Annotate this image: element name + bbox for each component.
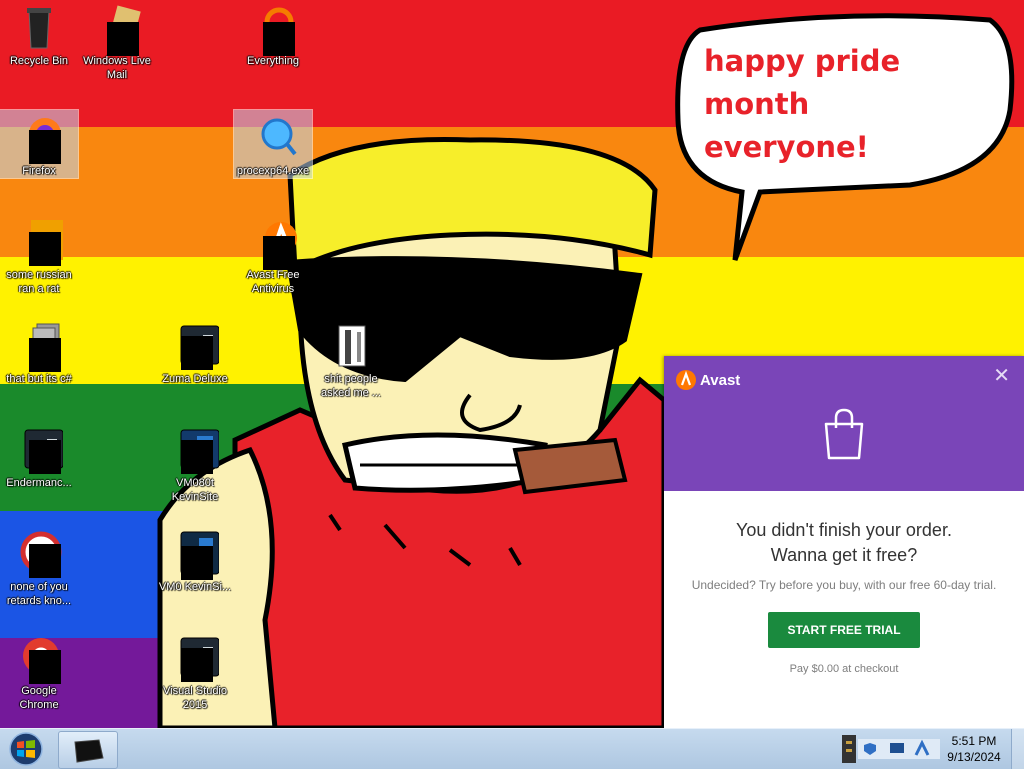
start-free-trial-button[interactable]: START FREE TRIAL <box>768 612 920 648</box>
avast-popup: Avast ✕ You didn't finish your order. Wa… <box>664 356 1024 728</box>
desktop-icon-vm0-kevinsite[interactable]: VM0 KevinSi... <box>156 526 234 594</box>
desktop-icon-label: procexp64.exe <box>236 165 310 177</box>
desktop-icon-folder[interactable]: shit people asked me ... <box>312 318 390 400</box>
shopping-bag-icon <box>824 408 864 460</box>
desktop-icon-everything[interactable]: Everything <box>234 0 312 68</box>
display-icon[interactable] <box>890 743 904 753</box>
desktop-icon-vm080t-kevinsite[interactable]: VM080t KevinSite <box>156 422 234 504</box>
desktop-icon-label: Visual Studio 2015 <box>162 685 227 711</box>
network-icon[interactable] <box>842 735 856 763</box>
windows-logo-icon <box>9 732 43 766</box>
desktop-icon-none-of-you[interactable]: none of you retards kno... <box>0 526 78 608</box>
desktop-icon-label: some russian ran a rat <box>6 269 72 295</box>
avast-brand-name: Avast <box>700 371 741 389</box>
desktop-icon-label: Recycle Bin <box>9 55 69 67</box>
taskbar-app-button[interactable] <box>58 731 118 769</box>
speech-bubble-text: happy pride month everyone! <box>704 44 901 164</box>
system-tray <box>840 731 940 767</box>
character-mouth <box>342 432 548 493</box>
desktop-icon-label: Zuma Deluxe <box>162 373 228 385</box>
desktop-icon-label: VM080t KevinSite <box>171 477 219 503</box>
avast-popup-header: Avast ✕ <box>664 356 1024 491</box>
popup-heading-line2: Wanna get it free? <box>770 545 918 565</box>
desktop-icon-that-but-its-csharp[interactable]: that but its c# <box>0 318 78 386</box>
desktop-icon-google-chrome[interactable]: Google Chrome <box>0 630 78 712</box>
avast-popup-body: You didn't finish your order. Wanna get … <box>664 491 1024 675</box>
app-icon <box>171 426 220 474</box>
clock-time: 5:51 PM <box>951 734 997 748</box>
desktop-icon-label: none of you retards kno... <box>6 581 72 607</box>
desktop-icon-label: that but its c# <box>6 373 72 385</box>
desktop-icon-label: shit people asked me ... <box>321 373 381 399</box>
desktop-icon-label: VM0 KevinSi... <box>158 581 232 593</box>
clock-date: 9/13/2024 <box>947 750 1001 764</box>
avast-logo-icon <box>676 370 696 390</box>
mail-icon <box>93 4 141 56</box>
desktop-icon-procexp64[interactable]: procexp64.exe <box>233 109 313 179</box>
taskbar: 5:51 PM 9/13/2024 <box>0 728 1024 769</box>
desktop-icon-recycle-bin[interactable]: Recycle Bin <box>0 0 78 68</box>
desktop-icon-label: Endermanc... <box>6 477 72 489</box>
folder-icon <box>327 322 375 370</box>
close-icon[interactable]: ✕ <box>993 366 1010 386</box>
popup-heading: You didn't finish your order. Wanna get … <box>664 518 1024 568</box>
app-icon <box>15 426 64 474</box>
show-desktop-button[interactable] <box>1011 729 1024 769</box>
popup-subtext: Undecided? Try before you buy, with our … <box>691 578 997 592</box>
desktop-icon-endermanch[interactable]: Endermanc... <box>0 422 78 490</box>
desktop-icon-avast[interactable]: Avast Free Antivirus <box>234 214 312 296</box>
app-icon <box>15 530 63 578</box>
app-icon <box>171 530 220 580</box>
desktop-icon-some-russian-ran-a-rat[interactable]: e some russian ran a rat <box>0 214 78 296</box>
desktop-icon-firefox[interactable]: Firefox <box>0 109 79 179</box>
desktop-icon-label: Avast Free Antivirus <box>246 269 300 295</box>
desktop-icon-label: Windows Live Mail <box>83 55 151 81</box>
search-app-icon <box>249 4 297 56</box>
taskbar-clock[interactable]: 5:51 PM 9/13/2024 <box>944 733 1004 765</box>
stack-icon <box>15 322 63 372</box>
recycle-bin-icon <box>15 4 63 52</box>
start-button[interactable] <box>4 732 48 766</box>
app-icon: e <box>15 218 63 266</box>
desktop-icon-zuma-deluxe[interactable]: Zuma Deluxe <box>156 318 234 386</box>
firefox-icon <box>15 114 63 164</box>
app-icon <box>74 739 104 763</box>
desktop-icon-label: Firefox <box>22 165 56 177</box>
avast-brand: Avast <box>676 370 740 390</box>
app-icon <box>171 634 220 682</box>
desktop-icon-label: Google Chrome <box>19 685 59 711</box>
desktop: happy pride month everyone! Recycle Bin … <box>0 0 1024 728</box>
popup-checkout-note: Pay $0.00 at checkout <box>789 663 899 675</box>
app-icon <box>171 322 220 370</box>
avast-icon <box>249 218 297 270</box>
desktop-icon-label: Everything <box>247 55 299 67</box>
magnifier-icon <box>249 114 297 162</box>
chrome-icon <box>15 634 63 684</box>
popup-heading-line1: You didn't finish your order. <box>736 520 952 540</box>
desktop-icon-windows-live-mail[interactable]: Windows Live Mail <box>78 0 156 82</box>
desktop-icon-visual-studio-2015[interactable]: Visual Studio 2015 <box>156 630 234 712</box>
